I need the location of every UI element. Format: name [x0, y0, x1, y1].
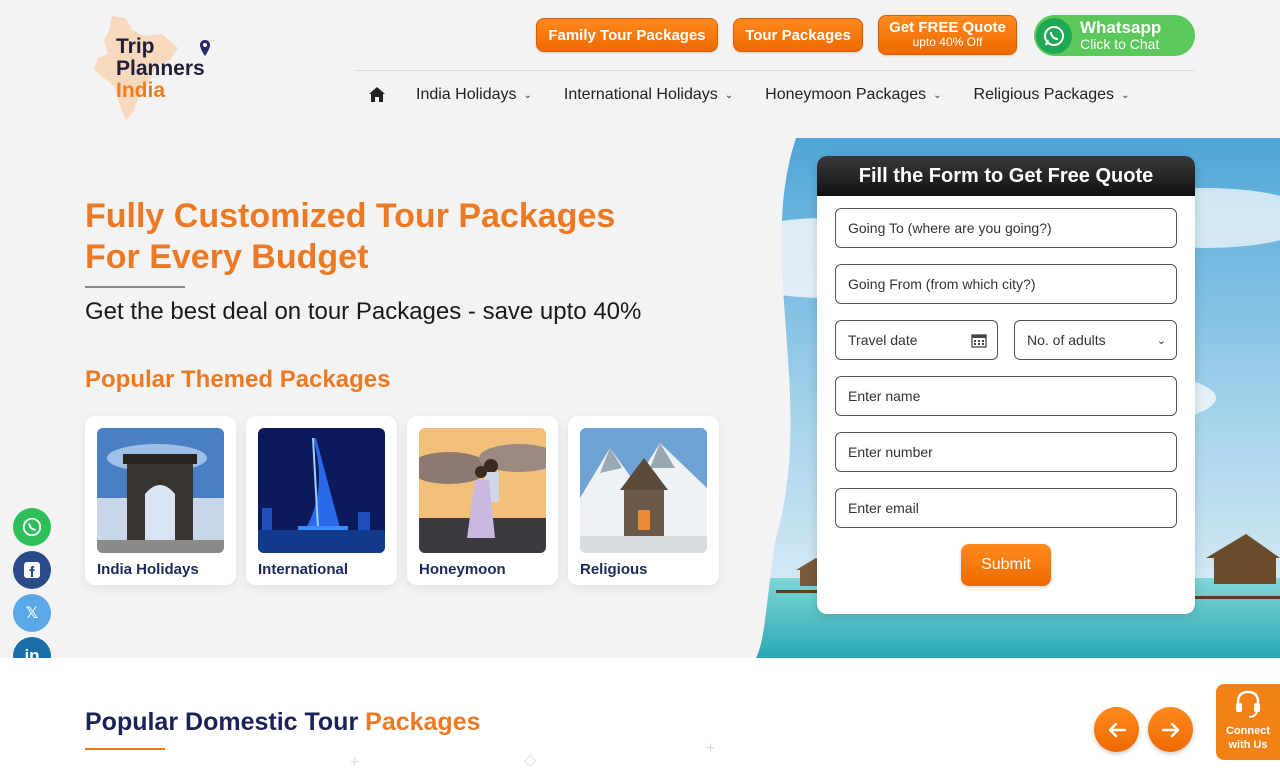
domestic-title-underline: [85, 748, 165, 750]
card-india-holidays[interactable]: India Holidays: [85, 416, 236, 585]
nav-item-international-holidays[interactable]: International Holidays ⌄: [564, 86, 733, 104]
connect-line1: Connect: [1226, 725, 1270, 737]
nav-item-religious-packages[interactable]: Religious Packages ⌄: [974, 86, 1130, 104]
chevron-down-icon: ⌄: [1156, 334, 1166, 347]
email-input[interactable]: Enter email: [835, 488, 1177, 528]
logo-text-india: India: [116, 79, 166, 102]
hero-headline-line1: Fully Customized Tour Packages: [85, 197, 616, 235]
arrow-left-icon: [1108, 722, 1126, 737]
headline-underline: [85, 286, 185, 288]
travel-date-placeholder: Travel date: [848, 332, 918, 348]
form-title: Fill the Form to Get Free Quote: [817, 156, 1195, 196]
hero-headline-line2: For Every Budget: [85, 238, 369, 276]
carousel-next-button[interactable]: [1148, 707, 1193, 752]
nav-item-label: India Holidays: [416, 86, 517, 103]
sparkle-decoration-icon: +: [350, 754, 360, 771]
calendar-icon[interactable]: [971, 332, 987, 348]
chevron-down-icon: ⌄: [724, 89, 734, 101]
going-from-placeholder: Going From (from which city?): [848, 276, 1036, 292]
main-nav: India Holidays ⌄ International Holidays …: [368, 84, 1161, 106]
hero-headline: Fully Customized Tour Packages For Every…: [85, 196, 615, 278]
chevron-down-icon: ⌄: [933, 89, 942, 101]
home-icon[interactable]: [368, 86, 386, 104]
themed-package-cards: India Holidays International Honeymoon R…: [85, 416, 719, 585]
nav-item-label: Honeymoon Packages: [765, 86, 927, 103]
carousel-prev-button[interactable]: [1094, 707, 1139, 752]
burj-al-arab-image: [258, 428, 385, 553]
kedarnath-temple-image: [580, 428, 707, 553]
whatsapp-icon: [1036, 17, 1072, 54]
sparkle-decoration-icon: ◇: [524, 752, 537, 769]
card-honeymoon[interactable]: Honeymoon: [407, 416, 558, 585]
family-tour-packages-button[interactable]: Family Tour Packages: [536, 18, 718, 52]
family-tour-packages-label: Family Tour Packages: [548, 26, 706, 44]
card-label: India Holidays: [97, 561, 199, 578]
going-to-placeholder: Going To (where are you going?): [848, 220, 1052, 236]
site-logo[interactable]: Trip Planners India: [88, 14, 228, 124]
chevron-down-icon: ⌄: [523, 89, 532, 101]
domestic-title-main: Popular Domestic Tour: [85, 708, 366, 736]
header-divider: [355, 70, 1195, 71]
whatsapp-title: Whatsapp: [1080, 17, 1162, 37]
chevron-down-icon: ⌄: [1121, 89, 1130, 101]
quote-sub-label: upto 40% Off: [912, 35, 983, 49]
name-input[interactable]: Enter name: [835, 376, 1177, 416]
nav-item-label: International Holidays: [563, 86, 718, 103]
tour-packages-button[interactable]: Tour Packages: [733, 18, 863, 52]
domestic-packages-title: Popular Domestic Tour Packages: [85, 708, 481, 737]
logo-text-trip: Trip: [116, 35, 155, 58]
themed-packages-title: Popular Themed Packages: [85, 366, 391, 393]
sparkle-decoration-icon: +: [706, 740, 716, 757]
adults-select[interactable]: No. of adults ⌄: [1014, 320, 1177, 360]
card-international[interactable]: International: [246, 416, 397, 585]
logo-text-planners: Planners: [116, 57, 205, 80]
honeymoon-couple-image: [419, 428, 546, 553]
x-twitter-icon[interactable]: 𝕏: [13, 594, 51, 632]
name-placeholder: Enter name: [848, 388, 921, 404]
whatsapp-share-icon[interactable]: [13, 508, 51, 546]
location-pin-icon: [200, 40, 210, 56]
number-placeholder: Enter number: [848, 444, 933, 460]
number-input[interactable]: Enter number: [835, 432, 1177, 472]
card-label: International: [258, 561, 349, 578]
card-religious[interactable]: Religious: [568, 416, 719, 585]
get-free-quote-button[interactable]: Get FREE Quote upto 40% Off: [878, 15, 1017, 55]
going-to-input[interactable]: Going To (where are you going?): [835, 208, 1177, 248]
nav-item-honeymoon-packages[interactable]: Honeymoon Packages ⌄: [765, 86, 941, 104]
tour-packages-label: Tour Packages: [745, 26, 851, 44]
quote-form: Fill the Form to Get Free Quote Going To…: [817, 156, 1195, 614]
nav-item-label: Religious Packages: [973, 86, 1115, 103]
card-label: Religious: [580, 561, 648, 578]
headset-icon: [1236, 690, 1260, 718]
hero-subline: Get the best deal on tour Packages - sav…: [85, 298, 642, 325]
connect-line2: with Us: [1228, 739, 1268, 751]
nav-item-india-holidays[interactable]: India Holidays ⌄: [416, 86, 532, 104]
arrow-right-icon: [1161, 722, 1179, 737]
quote-main-label: Get FREE Quote: [889, 19, 1006, 36]
india-gate-image: [97, 428, 224, 553]
connect-with-us-button[interactable]: Connect with Us: [1216, 684, 1280, 760]
whatsapp-chat-button[interactable]: Whatsapp Click to Chat: [1034, 15, 1195, 56]
travel-date-input[interactable]: Travel date: [835, 320, 998, 360]
submit-button[interactable]: Submit: [961, 544, 1051, 586]
adults-selected-value: No. of adults: [1027, 332, 1106, 348]
submit-label: Submit: [981, 556, 1031, 573]
facebook-icon[interactable]: [13, 551, 51, 589]
card-label: Honeymoon: [419, 561, 506, 578]
going-from-input[interactable]: Going From (from which city?): [835, 264, 1177, 304]
email-placeholder: Enter email: [848, 500, 919, 516]
whatsapp-subtitle: Click to Chat: [1080, 35, 1160, 52]
domestic-title-accent: Packages: [365, 708, 481, 736]
